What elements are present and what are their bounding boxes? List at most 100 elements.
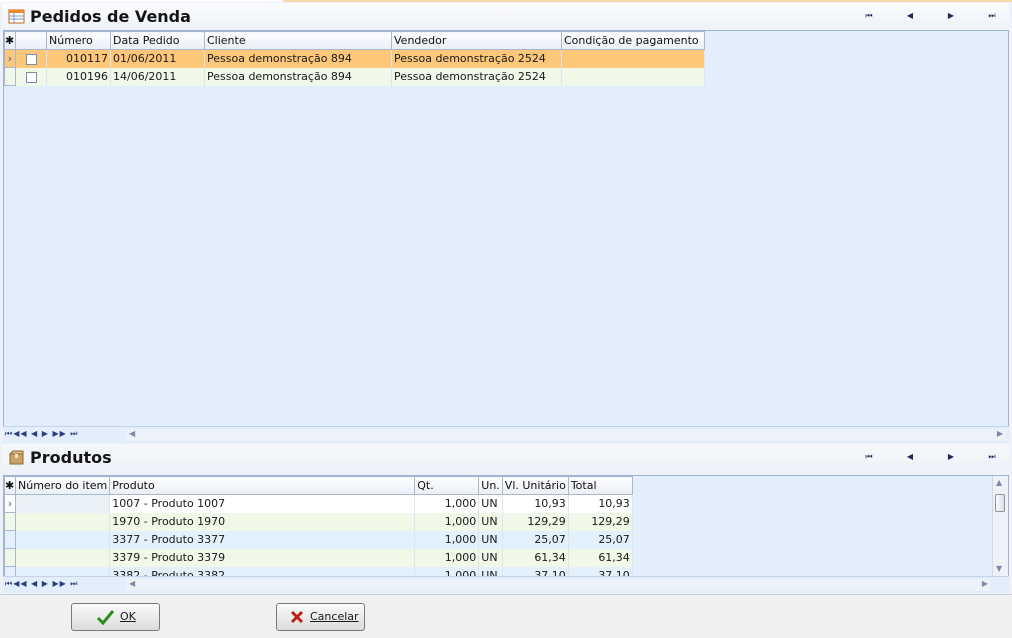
scroll-left-icon[interactable]: ◀ <box>129 429 135 438</box>
cell-unitario[interactable]: 129,29 <box>502 512 569 531</box>
table-row[interactable]: › 010117 01/06/2011 Pessoa demonstração … <box>4 49 705 68</box>
column-header-item[interactable]: Número do item <box>14 476 111 495</box>
cell-qt[interactable]: 1,000 <box>414 530 480 549</box>
row-indicator-icon: › <box>4 494 16 513</box>
cell-produto[interactable]: 1007 - Produto 1007 <box>109 494 416 513</box>
prev-record-button[interactable]: ◀ <box>896 7 922 25</box>
scroll-right-icon[interactable]: ▶ <box>982 579 988 588</box>
row-indicator <box>4 67 16 86</box>
cancel-button-label: Cancelar <box>310 610 359 623</box>
cell-produto[interactable]: 3379 - Produto 3379 <box>109 548 416 567</box>
products-record-navigator[interactable]: ⏮◀◀ ◀ ▶ ▶▶ ⏭ <box>5 579 79 589</box>
ok-button[interactable]: OK <box>71 603 160 631</box>
cell-unitario[interactable]: 61,34 <box>502 548 569 567</box>
cell-data[interactable]: 14/06/2011 <box>110 67 205 86</box>
table-row[interactable]: 010196 14/06/2011 Pessoa demonstração 89… <box>4 67 705 86</box>
cell-un[interactable]: UN <box>478 494 503 513</box>
cell-item[interactable] <box>15 494 111 513</box>
products-vertical-scrollbar[interactable]: ▲ ▼ <box>992 476 1008 576</box>
orders-table: ✱ Número Data Pedido Cliente Vendedor Co… <box>4 31 705 86</box>
cancel-button[interactable]: Cancelar <box>276 603 365 631</box>
products-table: ✱ Número do item Produto Qt. Un. Vl. Uni… <box>4 476 633 576</box>
ok-button-label: OK <box>120 610 136 623</box>
scroll-up-icon[interactable]: ▲ <box>996 478 1002 487</box>
cell-condicao[interactable] <box>561 49 705 68</box>
cell-qt[interactable]: 1,000 <box>414 494 480 513</box>
last-product-button[interactable]: ⏭ <box>978 448 1004 466</box>
column-header-vendedor[interactable]: Vendedor <box>391 31 562 50</box>
dialog-footer: OK Cancelar <box>0 594 1012 638</box>
cell-produto[interactable]: 1970 - Produto 1970 <box>109 512 416 531</box>
cell-item[interactable] <box>15 512 111 531</box>
products-horizontal-scrollbar[interactable]: ◀ ▶ <box>126 579 991 591</box>
cell-un[interactable]: UN <box>478 512 503 531</box>
cell-total[interactable]: 10,93 <box>568 494 633 513</box>
column-header-data[interactable]: Data Pedido <box>110 31 205 50</box>
new-row-icon[interactable]: ✱ <box>4 31 16 50</box>
scroll-down-icon[interactable]: ▼ <box>996 564 1002 573</box>
cell-vendedor[interactable]: Pessoa demonstração 2524 <box>391 49 562 68</box>
cell-total[interactable]: 25,07 <box>568 530 633 549</box>
row-checkbox[interactable] <box>15 67 47 86</box>
cell-numero[interactable]: 010196 <box>46 67 111 86</box>
table-row[interactable]: 1970 - Produto 1970 1,000 UN 129,29 129,… <box>4 512 633 531</box>
table-icon <box>8 9 25 24</box>
cell-total[interactable]: 61,34 <box>568 548 633 567</box>
cell-unitario[interactable]: 25,07 <box>502 530 569 549</box>
cell-cliente[interactable]: Pessoa demonstração 894 <box>204 67 392 86</box>
row-indicator <box>4 512 16 531</box>
cell-total[interactable]: 129,29 <box>568 512 633 531</box>
check-icon <box>97 610 114 625</box>
orders-title: Pedidos de Venda <box>30 7 191 26</box>
cell-un[interactable]: UN <box>478 548 503 567</box>
column-header-condicao[interactable]: Condição de pagamento <box>561 31 705 50</box>
scroll-left-icon[interactable]: ◀ <box>129 579 135 588</box>
orders-horizontal-scrollbar[interactable]: ◀ ▶ <box>126 429 1006 441</box>
row-checkbox[interactable] <box>15 49 47 68</box>
cell-item[interactable] <box>15 548 111 567</box>
column-header-produto[interactable]: Produto <box>109 476 416 495</box>
orders-record-navigator[interactable]: ⏮◀◀ ◀ ▶ ▶▶ ⏭ <box>5 429 79 439</box>
products-header-row: ✱ Número do item Produto Qt. Un. Vl. Uni… <box>4 476 633 495</box>
cell-unitario[interactable]: 10,93 <box>502 494 569 513</box>
cell-un[interactable]: UN <box>478 530 503 549</box>
checkbox-icon[interactable] <box>25 53 37 65</box>
cell-vendedor[interactable]: Pessoa demonstração 2524 <box>391 67 562 86</box>
products-panel-header: Produtos ⏮ ◀ ▶ ⏭ <box>2 444 1009 471</box>
x-icon <box>290 610 304 624</box>
column-header-qt[interactable]: Qt. <box>414 476 480 495</box>
column-header-unitario[interactable]: Vl. Unitário <box>501 476 569 495</box>
products-grid[interactable]: ✱ Número do item Produto Qt. Un. Vl. Uni… <box>3 475 1009 577</box>
next-product-button[interactable]: ▶ <box>937 448 963 466</box>
cell-item[interactable] <box>15 530 111 549</box>
row-indicator <box>4 548 16 567</box>
new-row-icon[interactable]: ✱ <box>4 476 16 495</box>
scrollbar-thumb[interactable] <box>995 494 1005 512</box>
column-header-numero[interactable]: Número <box>46 31 111 50</box>
cell-data[interactable]: 01/06/2011 <box>110 49 205 68</box>
last-record-button[interactable]: ⏭ <box>978 7 1004 25</box>
checkbox-header[interactable] <box>15 31 47 50</box>
table-row[interactable]: 3377 - Produto 3377 1,000 UN 25,07 25,07 <box>4 530 633 549</box>
row-indicator-icon: › <box>4 49 16 68</box>
first-record-button[interactable]: ⏮ <box>855 7 881 25</box>
orders-bottom-bar: ⏮◀◀ ◀ ▶ ▶▶ ⏭ ◀ ▶ <box>3 426 1009 443</box>
column-header-un[interactable]: Un. <box>478 476 503 495</box>
first-product-button[interactable]: ⏮ <box>855 448 881 466</box>
table-row[interactable]: 3379 - Produto 3379 1,000 UN 61,34 61,34 <box>4 548 633 567</box>
next-record-button[interactable]: ▶ <box>937 7 963 25</box>
prev-product-button[interactable]: ◀ <box>896 448 922 466</box>
table-row[interactable]: › 1007 - Produto 1007 1,000 UN 10,93 10,… <box>4 494 633 513</box>
cell-numero[interactable]: 010117 <box>46 49 111 68</box>
cell-produto[interactable]: 3377 - Produto 3377 <box>109 530 416 549</box>
scroll-right-icon[interactable]: ▶ <box>997 429 1003 438</box>
checkbox-icon[interactable] <box>25 71 37 83</box>
column-header-cliente[interactable]: Cliente <box>204 31 392 50</box>
cell-qt[interactable]: 1,000 <box>414 512 480 531</box>
column-header-total[interactable]: Total <box>567 476 633 495</box>
products-title: Produtos <box>30 448 112 467</box>
cell-cliente[interactable]: Pessoa demonstração 894 <box>204 49 392 68</box>
cell-condicao[interactable] <box>561 67 705 86</box>
orders-grid[interactable]: ✱ Número Data Pedido Cliente Vendedor Co… <box>3 30 1009 427</box>
cell-qt[interactable]: 1,000 <box>414 548 480 567</box>
